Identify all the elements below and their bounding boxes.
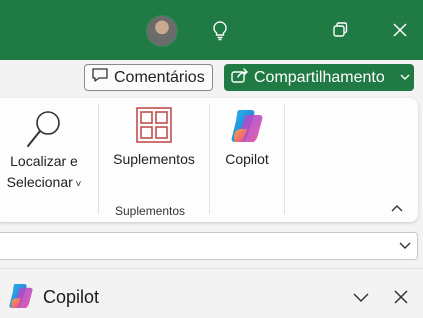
group-separator (209, 104, 210, 214)
lightbulb-icon[interactable] (205, 15, 235, 45)
addins-button[interactable]: Suplementos (106, 106, 202, 167)
chevron-down-icon: ˅ (72, 179, 82, 190)
close-window-icon[interactable] (385, 15, 415, 45)
group-separator (284, 104, 285, 214)
copilot-logo-icon (6, 281, 36, 311)
comments-label: Comentários (114, 68, 205, 86)
copilot-pane-title: Copilot (43, 287, 100, 307)
user-avatar[interactable] (146, 15, 178, 47)
copilot-icon (231, 110, 263, 142)
find-select-label-1: Localizar e (10, 153, 78, 169)
pane-options-chevron-down-icon[interactable] (351, 287, 371, 307)
copilot-ribbon-button[interactable]: Copilot (212, 106, 282, 167)
share-button[interactable]: Compartilhamento (224, 64, 414, 91)
share-chevron-down-icon[interactable] (400, 72, 410, 84)
addins-label: Suplementos (113, 151, 195, 167)
formula-bar[interactable] (0, 232, 418, 260)
addins-group-label: Suplementos (115, 204, 186, 218)
restore-window-icon[interactable] (325, 15, 355, 45)
comments-button[interactable]: Comentários (84, 64, 213, 91)
close-pane-icon[interactable] (391, 287, 411, 307)
comment-icon (91, 67, 109, 88)
copilot-ribbon-label: Copilot (225, 151, 269, 167)
addins-grid-icon (136, 107, 172, 143)
collapse-ribbon-chevron-up-icon[interactable] (387, 200, 407, 216)
find-select-label-2: Selecionar (6, 174, 73, 190)
share-label: Compartilhamento (254, 68, 385, 86)
find-select-button[interactable]: Localizar e Selecionar ˅ (0, 106, 88, 195)
magnifier-icon (27, 111, 60, 147)
expand-formula-chevron-down-icon[interactable] (397, 239, 413, 253)
share-icon (230, 66, 250, 89)
group-separator (98, 104, 99, 214)
